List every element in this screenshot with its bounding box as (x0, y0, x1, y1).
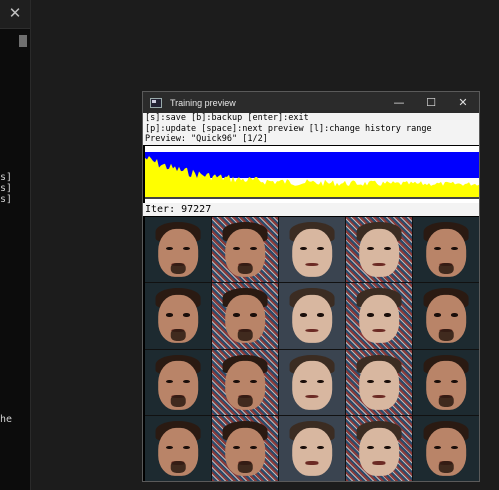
face-eye (233, 379, 240, 383)
face-goatee (438, 395, 454, 407)
terminal-text-fragment: he (0, 414, 13, 425)
terminal-close-icon[interactable]: ✕ (0, 0, 30, 26)
preview-face-rdj (145, 415, 211, 481)
face-eye (183, 313, 190, 317)
iteration-counter: Iter: 97227 (143, 203, 479, 216)
face-eye (317, 445, 324, 449)
training-preview-window: Training preview — ☐ ✕ [s]:save [b]:back… (142, 91, 480, 482)
face-goatee (170, 328, 186, 341)
preview-face-elon (279, 415, 345, 481)
face-goatee (237, 328, 253, 341)
preview-face-rdj (212, 283, 278, 349)
face-goatee (237, 262, 253, 275)
face-goatee (170, 461, 186, 474)
preview-face-rdj (212, 217, 278, 283)
face-skin (292, 294, 332, 344)
face-eye (166, 445, 173, 449)
app-icon (150, 97, 162, 108)
face-eye (451, 379, 458, 383)
minimize-button[interactable]: — (383, 92, 415, 113)
preview-face-rdj (413, 415, 479, 481)
face-goatee (438, 461, 454, 474)
face-eye (367, 379, 374, 383)
help-line: [s]:save [b]:backup [enter]:exit (145, 113, 309, 123)
face-eye (300, 379, 307, 383)
preview-face-elon (346, 349, 412, 415)
preview-face-rdj (145, 349, 211, 415)
face-eye (367, 445, 374, 449)
preview-face-elon (346, 283, 412, 349)
face-eye (367, 313, 374, 317)
help-line: Preview: "Quick96" [1/2] (145, 134, 268, 144)
face-eye (233, 445, 240, 449)
face-eye (317, 379, 324, 383)
loss-history-graph (145, 146, 479, 203)
face-goatee (170, 395, 186, 407)
face-goatee (438, 328, 454, 341)
face-skin (359, 427, 399, 476)
loss-graph-svg (145, 152, 479, 199)
help-text-panel: [s]:save [b]:backup [enter]:exit [p]:upd… (143, 113, 479, 145)
face-eye (250, 379, 257, 383)
face-eye (317, 313, 324, 317)
face-eye (250, 313, 257, 317)
face-skin (292, 361, 332, 410)
preview-face-rdj (212, 349, 278, 415)
face-eye (434, 445, 441, 449)
face-eye (300, 313, 307, 317)
face-goatee (170, 262, 186, 275)
loss-baseline (145, 197, 479, 199)
terminal-scrollbar[interactable] (19, 35, 27, 47)
terminal-text-fragment: s] (0, 194, 13, 205)
maximize-button[interactable]: ☐ (415, 92, 447, 113)
face-eye (434, 313, 441, 317)
preview-face-rdj (413, 349, 479, 415)
preview-face-rdj (145, 217, 211, 283)
face-skin (359, 294, 399, 344)
face-eye (434, 379, 441, 383)
face-eye (384, 313, 391, 317)
preview-face-rdj (413, 283, 479, 349)
window-title: Training preview (170, 97, 236, 108)
face-skin (292, 228, 332, 278)
face-eye (183, 379, 190, 383)
close-button[interactable]: ✕ (447, 92, 479, 113)
face-eye (384, 445, 391, 449)
face-goatee (237, 395, 253, 407)
face-goatee (438, 262, 454, 275)
preview-face-elon (279, 349, 345, 415)
preview-face-elon (279, 283, 345, 349)
face-skin (359, 361, 399, 410)
face-eye (183, 445, 190, 449)
face-eye (451, 313, 458, 317)
face-skin (359, 228, 399, 278)
face-eye (451, 445, 458, 449)
face-eye (250, 445, 257, 449)
preview-face-rdj (212, 415, 278, 481)
preview-face-elon (279, 217, 345, 283)
preview-face-rdj (413, 217, 479, 283)
face-eye (166, 379, 173, 383)
face-eye (166, 313, 173, 317)
face-eye (384, 379, 391, 383)
preview-face-elon (346, 415, 412, 481)
preview-grid (145, 217, 479, 481)
preview-face-rdj (145, 283, 211, 349)
face-goatee (237, 461, 253, 474)
help-line: [p]:update [space]:next preview [l]:chan… (145, 123, 432, 134)
face-eye (233, 313, 240, 317)
face-eye (300, 445, 307, 449)
face-skin (292, 427, 332, 476)
preview-face-elon (346, 217, 412, 283)
